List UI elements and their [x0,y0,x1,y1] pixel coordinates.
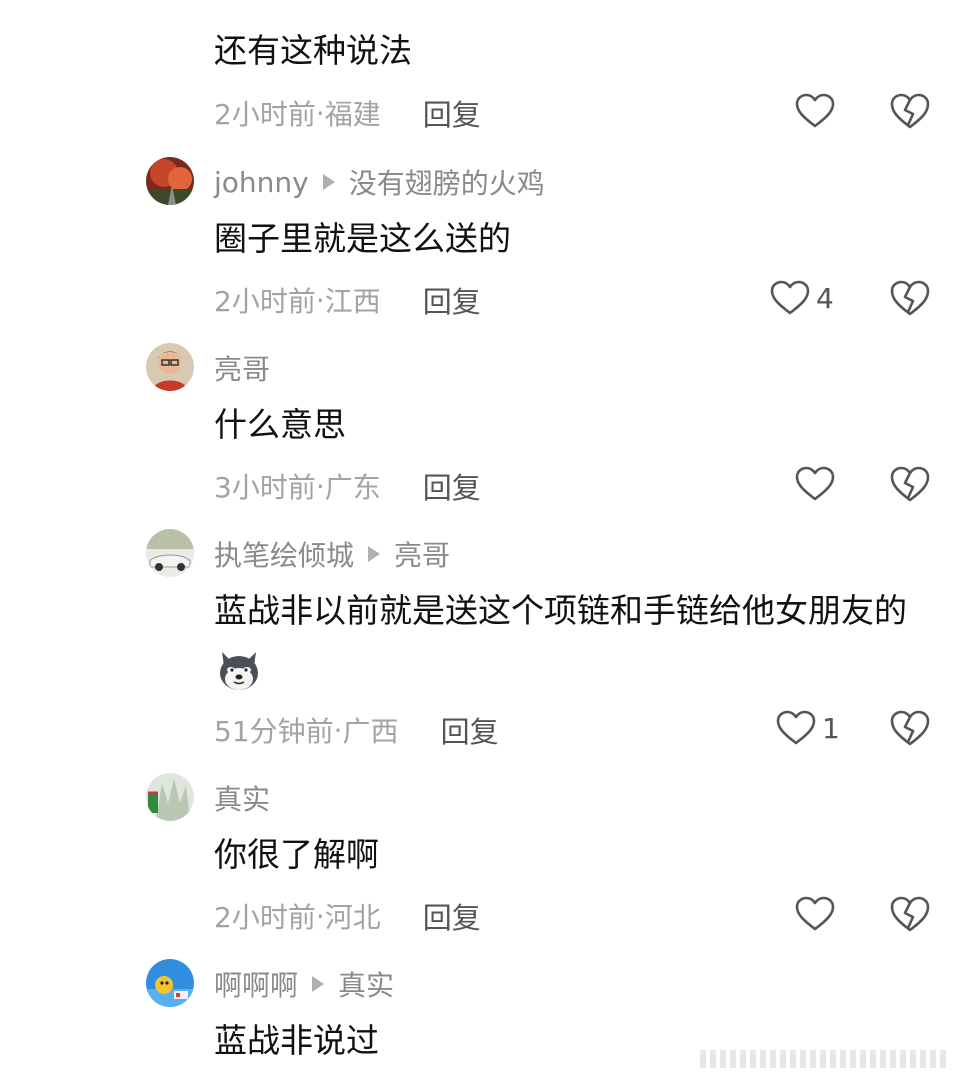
comment-location: 广东 [324,471,381,504]
comment-header: 执笔绘倾城 亮哥 [214,534,450,574]
triangle-right-icon [312,976,325,992]
like-button[interactable] [795,461,835,507]
heart-outline-icon [795,466,835,502]
avatar[interactable] [146,157,194,205]
avatar[interactable] [146,343,194,391]
like-button[interactable]: 4 [770,275,834,321]
comment-time: 2小时前 [214,98,316,131]
reply-to-username[interactable]: 没有翅膀的火鸡 [349,162,545,202]
broken-heart-icon [890,279,930,317]
heart-outline-icon [776,710,816,746]
broken-heart-icon [890,895,930,933]
reply-button[interactable]: 回复 [441,709,499,751]
comment-info: 51分钟前 · 广西 回复 [214,709,499,751]
comment-text: 什么意思 [214,405,346,444]
username[interactable]: 啊啊啊 [214,964,298,1004]
broken-heart-icon [890,709,930,747]
comment-header: 亮哥 [214,348,270,388]
husky-dog-emoji [216,648,262,694]
broken-heart-icon [890,92,930,130]
comment-text: 还有这种说法 [214,31,412,70]
triangle-right-icon [368,546,381,562]
comment-time: 2小时前 [214,285,316,318]
heart-outline-icon [795,896,835,932]
dislike-button[interactable] [890,92,930,130]
separator: · [315,899,325,933]
username[interactable]: 执笔绘倾城 [214,534,354,574]
dislike-button[interactable] [890,895,930,933]
reply-button[interactable]: 回复 [423,895,481,937]
separator: · [315,96,325,130]
reply-button[interactable]: 回复 [423,279,481,321]
comment-header: johnny 没有翅膀的火鸡 [214,162,545,202]
comment-header: 真实 [214,778,270,818]
dislike-button[interactable] [890,709,930,747]
comment-text: 圈子里就是这么送的 [214,219,511,258]
comment-info: 2小时前 · 河北 回复 [214,895,481,937]
heart-outline-icon [795,93,835,129]
comment-location: 河北 [324,901,381,934]
comment-time: 51分钟前 [214,715,334,748]
comment-info: 2小时前 · 福建 回复 [214,92,481,134]
avatar[interactable] [146,773,194,821]
separator: · [315,469,325,503]
reply-to-username[interactable]: 真实 [338,964,394,1004]
username[interactable]: 真实 [214,778,270,818]
heart-outline-icon [770,280,810,316]
reply-button[interactable]: 回复 [423,92,481,134]
comment-time: 3小时前 [214,471,316,504]
username[interactable]: johnny [214,166,309,199]
comment-location: 江西 [324,285,381,318]
username[interactable]: 亮哥 [214,348,270,388]
separator: · [333,713,343,747]
like-button[interactable]: 1 [776,705,840,751]
comment-text: 你很了解啊 [214,835,379,874]
comment-location: 福建 [324,98,381,131]
like-count: 4 [816,281,834,315]
comment-text-content: 蓝战非以前就是送这个项链和手链给他女朋友的 [214,591,907,630]
reply-button[interactable]: 回复 [423,465,481,507]
like-button[interactable] [795,891,835,937]
like-button[interactable] [795,88,835,134]
comment-header: 啊啊啊 真实 [214,964,394,1004]
triangle-right-icon [322,174,335,190]
dislike-button[interactable] [890,279,930,317]
comment-location: 广西 [342,715,399,748]
broken-heart-icon [890,465,930,503]
comment-info: 2小时前 · 江西 回复 [214,279,481,321]
comment-info: 3小时前 · 广东 回复 [214,465,481,507]
watermark-bar [700,1050,950,1068]
avatar[interactable] [146,959,194,1007]
dislike-button[interactable] [890,465,930,503]
comment-time: 2小时前 [214,901,316,934]
like-count: 1 [822,711,840,745]
reply-to-username[interactable]: 亮哥 [394,534,450,574]
comment-text: 蓝战非以前就是送这个项链和手链给他女朋友的 [214,582,934,698]
avatar[interactable] [146,529,194,577]
separator: · [315,283,325,317]
